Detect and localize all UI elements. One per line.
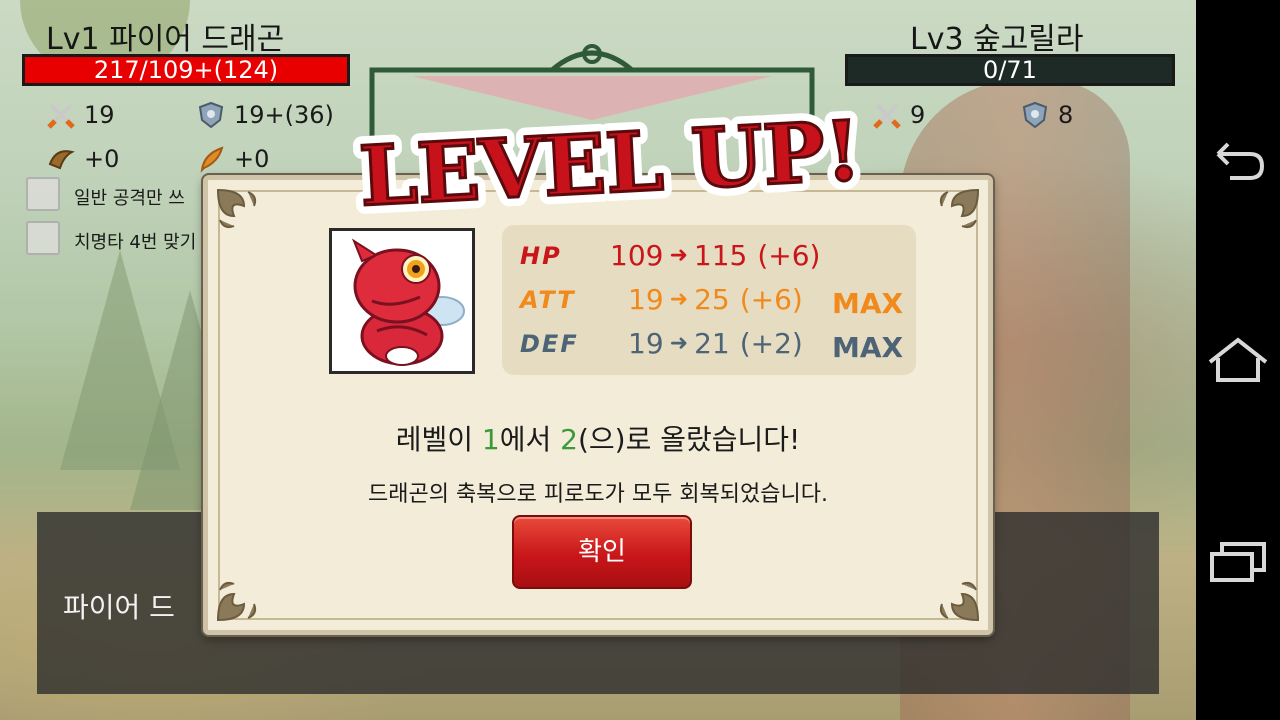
stat-hp-to: 115 [693,239,748,272]
feather-icon [200,146,224,173]
stat-row-hp: HP 109 ➜ 115 (+6) [520,239,820,272]
arrow-right-icon: ➜ [669,287,689,312]
option-critical-checkbox[interactable] [26,221,60,255]
level-up-title: LEVEL UP! LEVEL UP! [348,100,872,220]
level-message-post: (으)로 올랐습니다! [577,423,801,456]
stat-att-from: 19 [628,283,664,316]
confirm-button[interactable]: 확인 [512,515,692,589]
stat-hp-delta: (+6) [757,239,821,272]
stat-def-delta: (+2) [739,327,803,360]
option-critical-label: 치명타 4번 맞기 [74,232,197,253]
back-icon[interactable] [1206,132,1270,188]
shield-icon [1022,101,1048,129]
system-navigation-bar [1196,0,1280,720]
player-name: Lv1 파이어 드래곤 [46,22,285,57]
player-bonus2: +0 [196,144,269,174]
player-bonus2-value: +0 [234,145,270,173]
player-bonus1-value: +0 [84,145,120,173]
corner-ornament-icon [216,188,257,229]
enemy-defense-value: 8 [1058,101,1074,129]
att-max-label: MAX [832,287,904,320]
arrow-right-icon: ➜ [669,331,689,356]
stat-label-hp: HP [520,241,562,270]
level-to: 2 [560,423,578,456]
recent-apps-icon[interactable] [1206,532,1270,588]
stat-row-att: ATT 19 ➜ 25 (+6) [520,283,803,316]
stat-att-to: 25 [694,283,730,316]
arrow-right-icon: ➜ [669,243,688,268]
shield-icon [198,101,224,129]
enemy-name: Lv3 숲고릴라 [910,22,1084,57]
stat-row-def: DEF 19 ➜ 21 (+2) [520,327,803,360]
level-message: 레벨이 1에서 2(으)로 올랐습니다! [208,418,988,458]
enemy-attack-value: 9 [910,101,926,129]
enemy-hp-bar: 0/71 [845,54,1175,86]
corner-ornament-icon [216,581,257,622]
home-icon[interactable] [1206,332,1270,388]
player-defense: 19+(36) [196,100,334,130]
player-defense-value: 19+(36) [234,101,334,129]
stat-def-to: 21 [694,327,730,360]
stat-label-att: ATT [520,285,576,314]
player-attack: 19 [46,100,115,130]
stat-change-panel: HP 109 ➜ 115 (+6) ATT 19 ➜ 25 (+6) MAX D… [502,225,916,375]
stat-att-delta: (+6) [739,283,803,316]
horn-icon [48,150,75,170]
level-message-mid: 에서 [499,423,561,456]
option-normal-attack-label: 일반 공격만 쓰 [74,188,185,209]
player-hp-text: 217/109+(124) [93,56,279,84]
stat-label-def: DEF [520,329,579,358]
stat-hp-from: 109 [610,239,664,272]
corner-ornament-icon [939,581,980,622]
battle-log-text: 파이어 드 [63,591,175,624]
enemy-defense: 8 [1020,100,1073,130]
def-max-label: MAX [832,331,904,364]
fire-dragon-image [351,238,465,366]
level-message-pre: 레벨이 [395,423,482,456]
crossed-swords-icon [47,103,75,129]
player-bonus1: +0 [46,144,119,174]
enemy-hp-text: 0/71 [983,56,1037,84]
level-up-text: LEVEL UP! [357,103,863,220]
game-background: Lv1 파이어 드래곤 217/109+(124) 19 19+(36) +0 … [0,0,1196,720]
corner-ornament-icon [939,188,980,229]
recovery-message: 드래곤의 축복으로 피로도가 모두 회복되었습니다. [367,482,828,507]
dragon-portrait [329,228,475,374]
level-from: 1 [481,423,500,456]
stat-def-from: 19 [628,327,664,360]
player-hp-bar: 217/109+(124) [22,54,350,86]
option-normal-attack-checkbox[interactable] [26,177,60,211]
level-up-dialog: HP 109 ➜ 115 (+6) ATT 19 ➜ 25 (+6) MAX D… [203,175,993,635]
player-attack-value: 19 [84,101,115,129]
